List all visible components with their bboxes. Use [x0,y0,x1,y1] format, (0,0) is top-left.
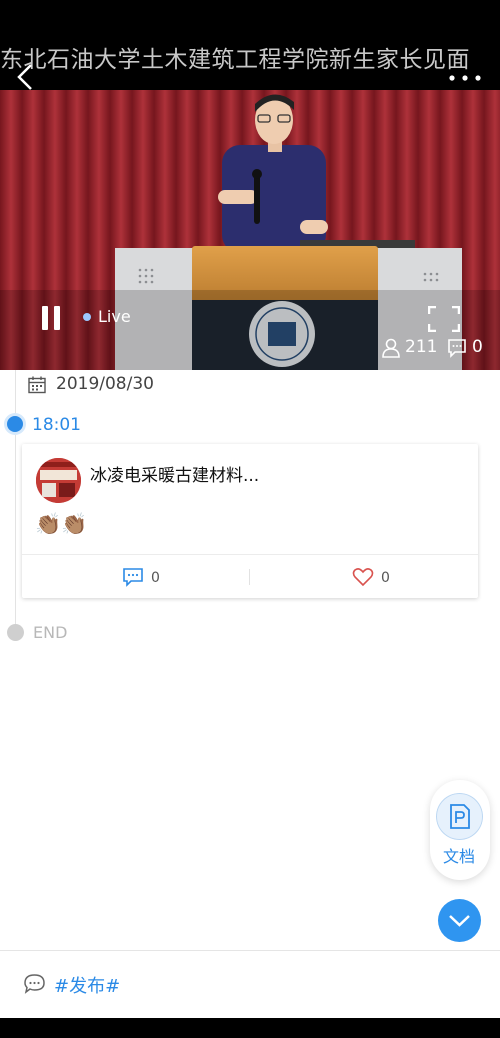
avatar[interactable] [36,458,81,503]
page-title: 东北石油大学土木建筑工程学院新生家长见面 [0,47,470,73]
comment-message: 👏🏽👏🏽 [35,512,88,536]
action-divider [249,569,250,585]
reply-count: 0 [151,570,160,586]
pause-icon[interactable] [40,306,62,330]
video-frame [0,90,500,370]
card-divider [22,554,478,555]
scroll-down-button[interactable] [438,899,481,942]
video-player[interactable] [0,90,500,370]
calendar-icon [28,376,46,394]
comment-username: 冰凌电采暖古建材料... [90,466,260,486]
heart-icon[interactable] [352,567,374,587]
timeline-dot-end [7,624,24,641]
document-label: 文档 [443,847,476,866]
document-icon[interactable] [436,793,483,840]
timeline-time: 18:01 [32,415,81,435]
fullscreen-icon[interactable] [428,306,460,332]
comment-count: 0 [472,337,483,357]
timeline-line [15,370,16,632]
live-indicator-dot [83,313,91,321]
like-count: 0 [381,570,390,586]
back-icon[interactable] [14,62,40,92]
more-icon[interactable] [448,74,482,82]
comment-icon [448,339,466,358]
viewer-count: 211 [405,337,438,357]
timeline-date: 2019/08/30 [56,374,154,394]
post-button[interactable]: #发布# [54,972,120,998]
chevron-down-icon [449,915,470,927]
live-label: Live [98,307,131,326]
timeline-end-label: END [33,623,68,642]
viewer-icon [382,338,400,358]
speech-bubble-icon [24,974,45,994]
reply-comment-icon[interactable] [122,567,144,587]
timeline-dot-active [7,416,23,432]
bottom-edge [0,1018,500,1038]
